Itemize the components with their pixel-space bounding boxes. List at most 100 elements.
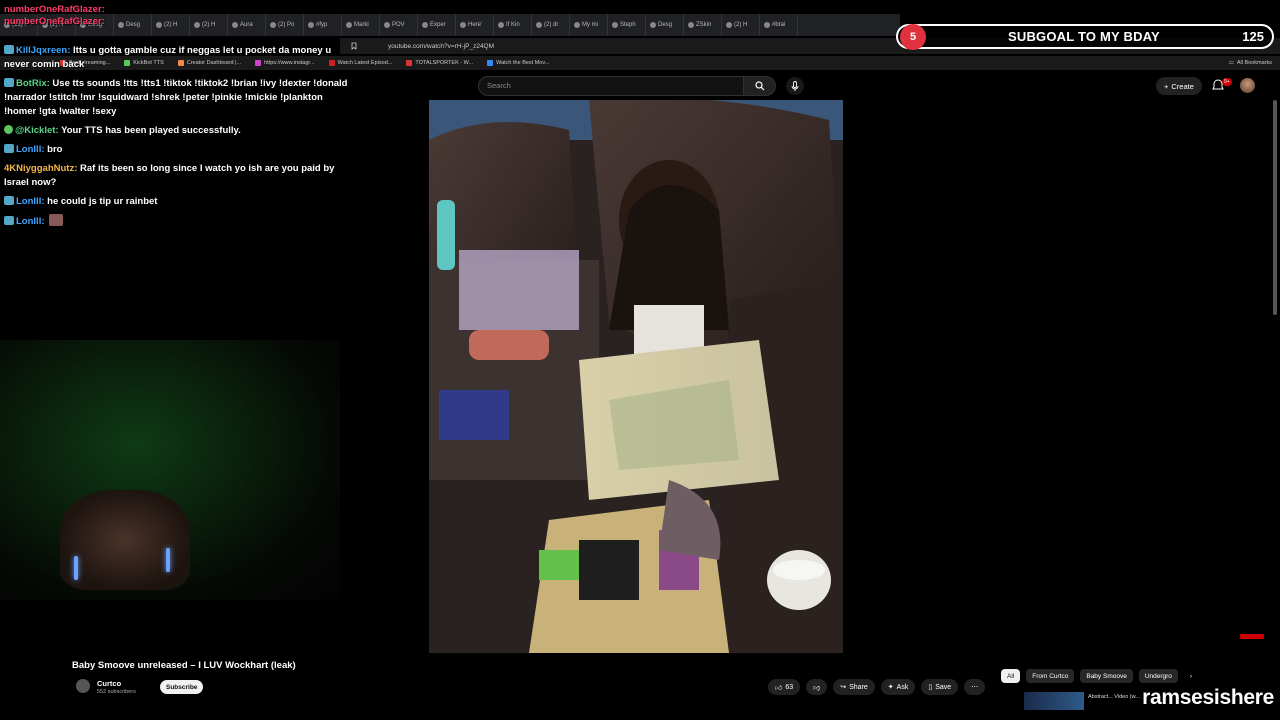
- all-bookmarks[interactable]: ▭ All Bookmarks: [1229, 56, 1272, 70]
- tab-favicon-icon: [156, 22, 162, 28]
- chat-badge-icon: [4, 125, 13, 134]
- chat-message: KillJqxreen: Itts u gotta gamble cuz if …: [4, 44, 349, 72]
- streamer-watermark: ramsesishere: [1142, 686, 1274, 709]
- tab-favicon-icon: [308, 22, 314, 28]
- search-box[interactable]: Search: [478, 76, 776, 96]
- more-actions-button[interactable]: ⋯: [964, 679, 986, 695]
- tab-label: (2) Po: [278, 22, 295, 28]
- tab-favicon-icon: [118, 22, 124, 28]
- bookmark-label: TOTALSPORTEK - W...: [415, 60, 474, 66]
- create-button[interactable]: + Create: [1156, 77, 1202, 95]
- chat-message: LonIll: he could js tip ur rainbet: [4, 195, 349, 209]
- tab-label: Aura: [240, 22, 253, 28]
- tab-label: #fyp: [316, 22, 328, 28]
- sparkle-icon: ✦: [887, 684, 894, 691]
- video-actions: 👍︎ 63 👎︎ ↪ Share ✦ Ask ▯ Save ⋯: [768, 679, 986, 695]
- chip-baby-smoove[interactable]: Baby Smoove: [1080, 669, 1133, 683]
- video-player[interactable]: [429, 100, 843, 653]
- browser-tab[interactable]: Here': [456, 14, 494, 36]
- search-button[interactable]: [744, 76, 776, 96]
- video-frame-image: [429, 100, 843, 653]
- url-text[interactable]: youtube.com/watch?v=rH-jP_z24QM: [388, 43, 494, 50]
- chevron-right-icon[interactable]: ›: [1184, 669, 1198, 683]
- browser-tab[interactable]: If Kin: [494, 14, 532, 36]
- tab-label: POV: [392, 22, 405, 28]
- tab-label: Steph: [620, 22, 636, 28]
- tab-favicon-icon: [726, 22, 732, 28]
- more-icon: ⋯: [971, 684, 979, 691]
- save-label: Save: [935, 683, 952, 691]
- page-scrollbar[interactable]: [1273, 100, 1277, 315]
- search-icon: [754, 81, 764, 91]
- ask-label: Ask: [896, 683, 909, 691]
- tab-favicon-icon: [764, 22, 770, 28]
- tab-favicon-icon: [536, 22, 542, 28]
- related-video-title[interactable]: Abstract... Video (w...: [1088, 694, 1140, 700]
- bookmark-item[interactable]: Watch the Best Mov...: [487, 60, 549, 66]
- chip-from-curtco[interactable]: From Curtco: [1026, 669, 1075, 683]
- chat-username: 4KNiyggahNutz:: [4, 163, 78, 174]
- browser-tab[interactable]: #fyp: [304, 14, 342, 36]
- browser-tab[interactable]: (2) H: [722, 14, 760, 36]
- browser-tab[interactable]: Aura: [228, 14, 266, 36]
- dislike-button[interactable]: 👎︎: [806, 679, 828, 695]
- browser-tab[interactable]: #brai: [760, 14, 798, 36]
- browser-tab[interactable]: (2) H: [190, 14, 228, 36]
- tab-label: Desg: [126, 22, 141, 28]
- all-bookmarks-label: All Bookmarks: [1236, 60, 1272, 66]
- bookmark-star-icon[interactable]: [350, 42, 358, 50]
- chip-all[interactable]: All: [1001, 669, 1021, 683]
- browser-tab-strip: (13) F (2) H Desg Desg (2) H (2) H Aura (2) Po #…: [0, 14, 900, 36]
- chat-text: he could js tip ur rainbet: [47, 196, 158, 207]
- ask-button[interactable]: ✦ Ask: [880, 679, 916, 695]
- channel-name[interactable]: Curtco: [97, 679, 121, 688]
- subgoal-bar: 5 SUBGOAL TO MY BDAY 125: [896, 23, 1274, 50]
- browser-tab[interactable]: Exper: [418, 14, 456, 36]
- tab-favicon-icon: [194, 22, 200, 28]
- chat-badge-icon: [4, 45, 14, 54]
- browser-tab[interactable]: Desg: [646, 14, 684, 36]
- thumbs-up-icon: 👍︎: [775, 684, 783, 692]
- browser-tab[interactable]: Steph: [608, 14, 646, 36]
- subgoal-count: 125: [1242, 29, 1264, 44]
- tab-label: (2) H: [202, 22, 216, 28]
- chat-badge-icon: [4, 78, 14, 87]
- tab-label: Here': [468, 22, 483, 28]
- plus-icon: +: [1164, 81, 1169, 91]
- like-count: 63: [785, 683, 794, 691]
- chat-text: Your TTS has been played successfully.: [61, 125, 241, 136]
- like-button[interactable]: 👍︎ 63: [768, 679, 801, 695]
- tab-favicon-icon: [346, 22, 352, 28]
- related-filter-chips: All From Curtco Baby Smoove Undergro ›: [1001, 669, 1198, 683]
- save-button[interactable]: ▯ Save: [921, 679, 959, 695]
- chip-underground[interactable]: Undergro: [1138, 669, 1178, 683]
- channel-avatar[interactable]: [76, 679, 90, 693]
- browser-tab[interactable]: ZSkin: [684, 14, 722, 36]
- browser-tab[interactable]: (2) H: [152, 14, 190, 36]
- related-video-thumbnail[interactable]: [1024, 692, 1084, 710]
- browser-tab[interactable]: My mi: [570, 14, 608, 36]
- chat-message: 4KNiyggahNutz: Raf its been so long sinc…: [4, 162, 349, 190]
- folder-icon: ▭: [1228, 60, 1234, 66]
- tab-favicon-icon: [270, 22, 276, 28]
- browser-tab[interactable]: Desg: [114, 14, 152, 36]
- subscribe-button[interactable]: Subscribe: [160, 680, 204, 694]
- tab-favicon-icon: [498, 22, 504, 28]
- chat-badge-icon: [4, 196, 14, 205]
- browser-tab[interactable]: (2) dr: [532, 14, 570, 36]
- voice-search-button[interactable]: [786, 77, 804, 95]
- bookmark-favicon-icon: [487, 60, 494, 66]
- browser-tab[interactable]: POV: [380, 14, 418, 36]
- account-avatar[interactable]: [1240, 78, 1255, 93]
- share-button[interactable]: ↪ Share: [833, 679, 875, 695]
- bookmark-label: Watch the Best Mov...: [496, 60, 550, 66]
- video-title: Baby Smoove unreleased – I LUV Wockhart …: [72, 660, 296, 671]
- browser-tab[interactable]: (2) Po: [266, 14, 304, 36]
- headset-light: [74, 556, 78, 580]
- bookmark-item[interactable]: TOTALSPORTEK - W...: [406, 60, 473, 66]
- thumbs-down-icon: 👎︎: [813, 684, 821, 692]
- search-input[interactable]: Search: [478, 76, 744, 96]
- tab-favicon-icon: [688, 22, 694, 28]
- browser-tab[interactable]: Marki: [342, 14, 380, 36]
- tab-label: ZSkin: [696, 22, 712, 28]
